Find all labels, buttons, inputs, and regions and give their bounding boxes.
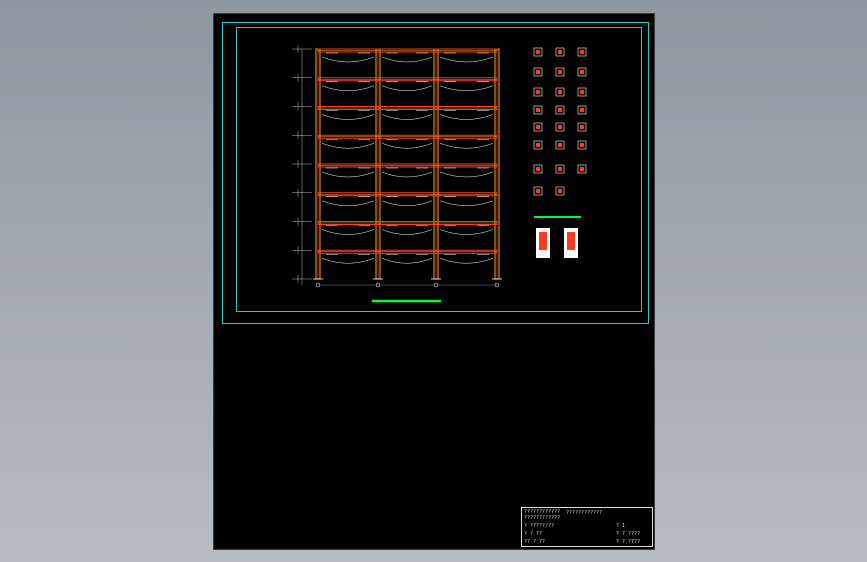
- rebar-curve: [381, 229, 433, 235]
- section-core: [558, 50, 562, 54]
- section-core: [536, 90, 540, 94]
- rebar-curve: [321, 143, 375, 149]
- rebar-curve: [381, 200, 433, 206]
- section-core: [580, 143, 584, 147]
- title-block-row: ????????????: [524, 515, 561, 521]
- rebar-curve: [439, 114, 494, 120]
- rebar-curve: [321, 85, 375, 91]
- title-block-row: ? 1: [616, 523, 626, 529]
- rebar-curve: [439, 258, 494, 264]
- section-core: [536, 125, 540, 129]
- title-block-row: ? ? ????: [616, 531, 641, 537]
- rebar-curve: [381, 85, 433, 91]
- section-core: [558, 167, 562, 171]
- title-block-row: ? ?????/??: [524, 523, 555, 529]
- rebar-curve: [381, 171, 433, 178]
- section-core: [580, 50, 584, 54]
- rebar-curve: [439, 56, 494, 63]
- section-core: [580, 125, 584, 129]
- title-block: ???????????? ???????????? ???????????? ?…: [521, 507, 653, 547]
- title-block-project: ????????????: [566, 510, 603, 516]
- section-core: [580, 167, 584, 171]
- section-core: [558, 70, 562, 74]
- title-block-row: ? ? ??: [524, 531, 543, 537]
- rebar-curve: [381, 258, 433, 264]
- rebar-curve: [439, 229, 494, 235]
- section-core: [558, 125, 562, 129]
- title-block-row: ?? ? ??: [524, 539, 546, 545]
- rebar-curve: [439, 143, 494, 149]
- rebar-curve: [321, 258, 375, 264]
- rebar-curve: [321, 114, 375, 120]
- rebar-curve: [439, 171, 494, 178]
- rebar-curve: [381, 114, 433, 120]
- rebar-curve: [321, 56, 375, 63]
- column-section-core: [567, 232, 575, 250]
- frame-elevation-drawing: [292, 45, 587, 303]
- section-core: [536, 70, 540, 74]
- section-core: [536, 167, 540, 171]
- section-core: [536, 143, 540, 147]
- section-core: [580, 70, 584, 74]
- rebar-curve: [439, 200, 494, 206]
- section-core: [558, 90, 562, 94]
- section-core: [580, 90, 584, 94]
- title-block-row: ? ? ?7??: [616, 539, 641, 545]
- section-core: [536, 189, 540, 193]
- section-core: [558, 108, 562, 112]
- section-core: [558, 143, 562, 147]
- rebar-curve: [381, 143, 433, 149]
- section-core: [580, 108, 584, 112]
- rebar-curve: [321, 200, 375, 206]
- drawing-sheet: ???????????? ???????????? ???????????? ?…: [213, 13, 655, 550]
- column-section-core: [539, 232, 547, 250]
- section-core: [536, 50, 540, 54]
- rebar-curve: [439, 85, 494, 91]
- rebar-curve: [381, 56, 433, 63]
- section-core: [536, 108, 540, 112]
- section-core: [558, 189, 562, 193]
- rebar-curve: [321, 229, 375, 235]
- rebar-curve: [321, 171, 375, 178]
